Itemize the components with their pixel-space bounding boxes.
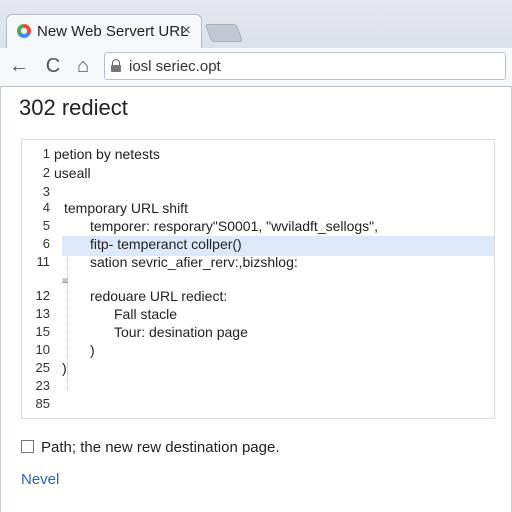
new-tab-button[interactable] [204, 24, 244, 42]
line-number: 1 [42, 146, 50, 161]
code-line: 15 Tour: desination page [22, 324, 494, 344]
code-block: 1 petion by netests 2 useall 3 4 tempora… [21, 139, 495, 419]
browser-tab[interactable]: New Web Servert URL × [6, 14, 202, 48]
code-line: 25 ) [22, 360, 494, 380]
code-text: redouare URL rediect: [90, 288, 228, 304]
line-number: 23 [35, 378, 50, 393]
code-line: 13 Fall stacle [22, 306, 494, 326]
code-line: 4 temporary URL shift [22, 200, 494, 220]
close-tab-icon[interactable]: × [182, 22, 191, 40]
code-line-highlighted: 6 fitp- temperanct collper() [22, 236, 494, 256]
browser-toolbar: ← C ⌂ iosl seriec.opt [0, 48, 512, 86]
code-text: temporer: resporary"S0001, "wviladft_sel… [90, 218, 379, 234]
chrome-favicon-icon [17, 24, 31, 38]
destination-checkbox[interactable] [21, 440, 34, 453]
fold-marker-icon[interactable]: ≡ [62, 276, 68, 287]
url-text: iosl seriec.opt [129, 58, 221, 75]
code-text: petion by netests [54, 146, 160, 162]
reload-icon[interactable]: C [42, 54, 64, 78]
code-text: Fall stacle [114, 306, 178, 322]
tab-title: New Web Servert URL [37, 23, 189, 40]
page-title: 302 rediect [19, 95, 128, 120]
code-text: Tour: desination page [114, 324, 248, 340]
page-content: 302 rediect 1 petion by netests 2 useall… [0, 87, 512, 512]
code-text: ) [90, 342, 95, 358]
code-text: fitp- temperanct collper() [90, 236, 242, 252]
code-line: 11 sation sevric_afier_rerv:,bizshlog: [22, 254, 494, 274]
line-number: 13 [35, 306, 50, 321]
nevel-link[interactable]: Nevel [21, 471, 59, 488]
code-line: 2 useall [22, 165, 494, 185]
line-number: 11 [36, 254, 51, 269]
home-icon[interactable]: ⌂ [72, 54, 94, 78]
line-number: 10 [35, 342, 50, 357]
code-text: useall [54, 165, 91, 181]
code-line: 12 redouare URL rediect: [22, 288, 494, 308]
line-number: 4 [42, 200, 50, 215]
line-number: 5 [42, 218, 50, 233]
code-text: sation sevric_afier_rerv:,bizshlog: [90, 254, 298, 270]
line-number: 15 [35, 324, 50, 339]
address-bar[interactable]: iosl seriec.opt [104, 52, 506, 80]
line-number: 6 [42, 236, 50, 251]
back-arrow-icon[interactable]: ← [8, 54, 30, 78]
line-number: 2 [42, 165, 50, 180]
code-text: temporary URL shift [64, 200, 188, 216]
line-number: 85 [35, 396, 50, 411]
code-line: 23 [22, 378, 494, 398]
line-number: 3 [42, 184, 50, 199]
code-text: ) [62, 360, 67, 376]
checkbox-label: Path; the new rew destination page. [41, 439, 280, 456]
lock-icon [111, 59, 121, 72]
line-number: 25 [35, 360, 50, 375]
code-line: 10 ) [22, 342, 494, 362]
code-line: 85 [22, 396, 494, 416]
code-line: 1 petion by netests [22, 146, 494, 166]
browser-chrome: New Web Servert URL × ← C ⌂ iosl seriec.… [0, 0, 512, 87]
code-line: 5 temporer: resporary"S0001, "wviladft_s… [22, 218, 494, 238]
line-number: 12 [35, 288, 50, 303]
